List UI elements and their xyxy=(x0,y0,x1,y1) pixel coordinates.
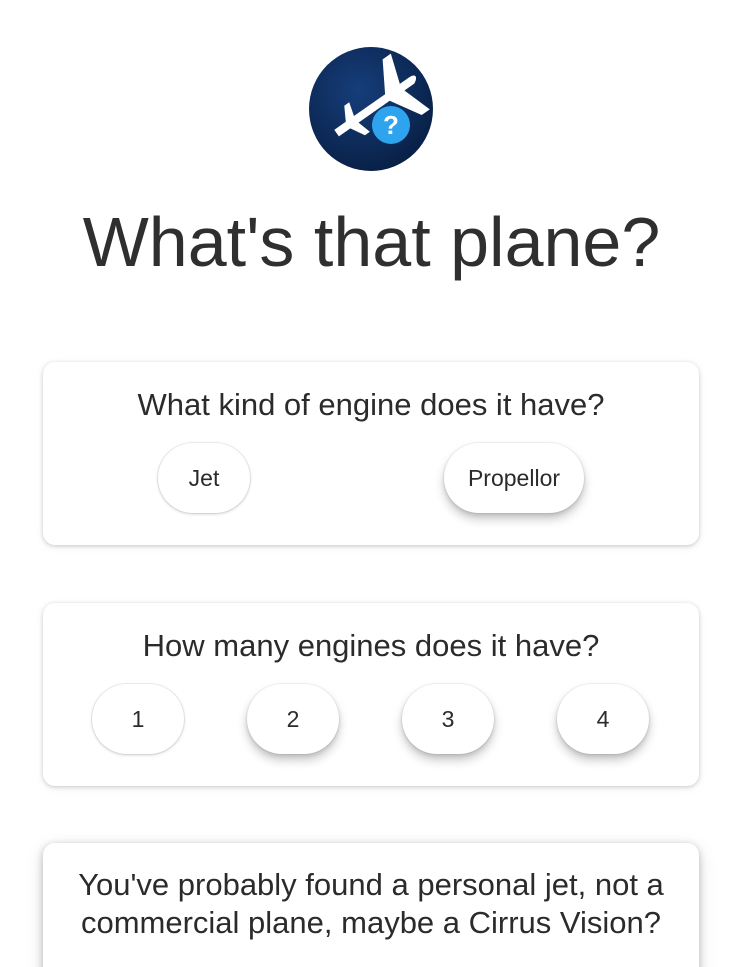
engine-count-3-button[interactable]: 3 xyxy=(402,684,494,754)
engine-count-2-button[interactable]: 2 xyxy=(247,684,339,754)
engine-count-1-button[interactable]: 1 xyxy=(92,684,184,754)
plane-question-icon: ? xyxy=(309,47,433,171)
app-page: ? What's that plane? What kind of engine… xyxy=(0,0,743,967)
engine-count-card: How many engines does it have? 1 2 3 4 xyxy=(43,603,699,786)
page-title: What's that plane? xyxy=(82,203,661,281)
result-text: You've probably found a personal jet, no… xyxy=(78,867,664,940)
result-card: You've probably found a personal jet, no… xyxy=(43,843,699,967)
engine-count-question: How many engines does it have? xyxy=(142,628,600,663)
engine-type-card: What kind of engine does it have? Jet Pr… xyxy=(43,362,699,545)
jet-option-button[interactable]: Jet xyxy=(158,443,250,513)
engine-type-question: What kind of engine does it have? xyxy=(137,387,605,422)
propellor-option-button[interactable]: Propellor xyxy=(444,443,584,513)
question-mark-icon: ? xyxy=(383,110,399,140)
engine-count-4-button[interactable]: 4 xyxy=(557,684,649,754)
